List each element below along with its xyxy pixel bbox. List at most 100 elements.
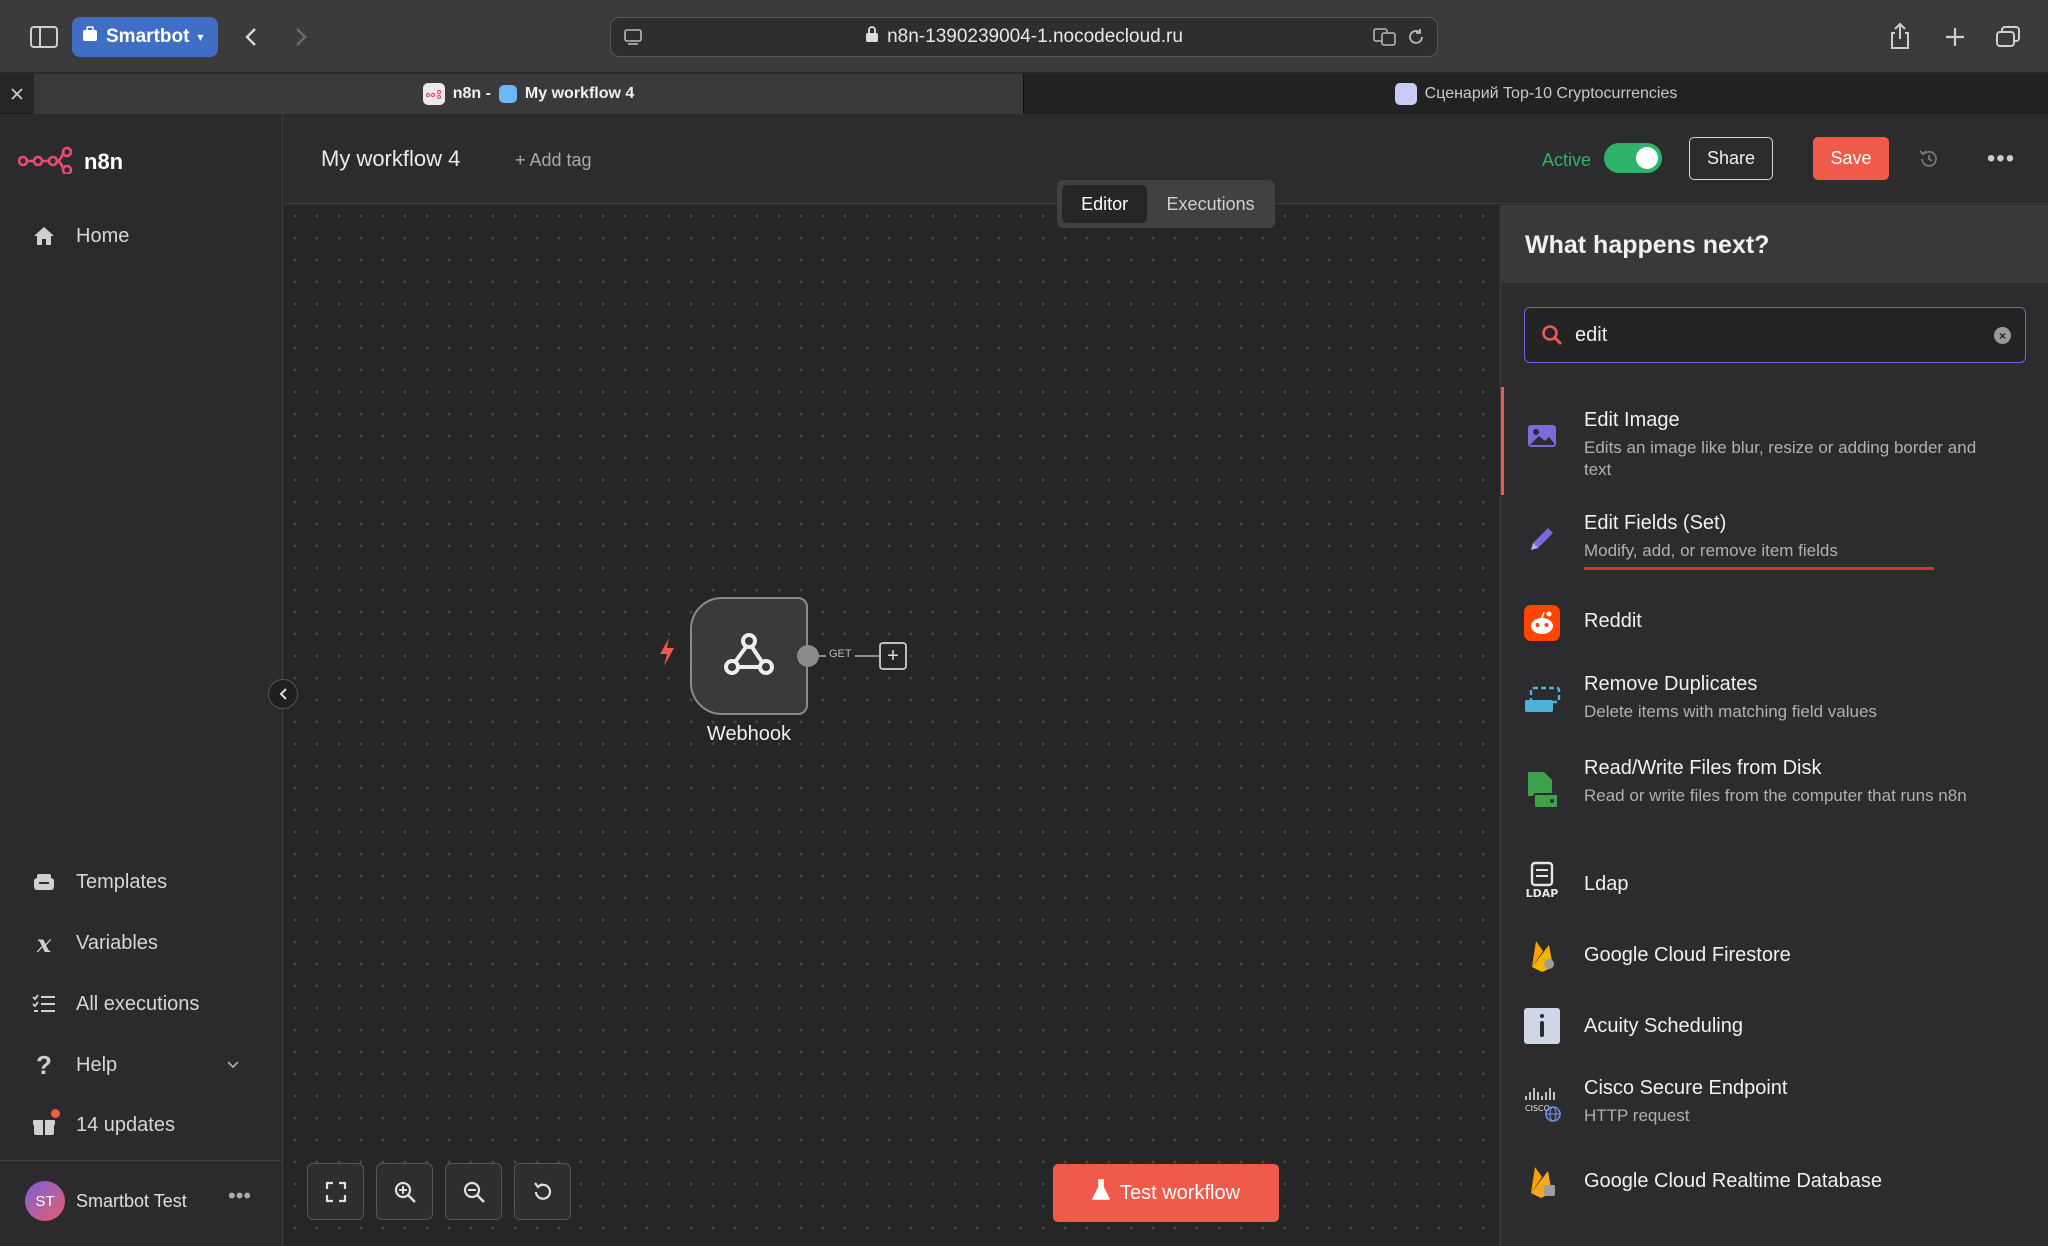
templates-icon [30,868,58,896]
sidebar-item-updates[interactable]: 14 updates [30,1109,175,1139]
share-button[interactable]: Share [1689,137,1773,180]
tab-my-workflow[interactable]: n8n - My workflow 4 [34,74,1023,114]
result-name: Acuity Scheduling [1584,1015,1743,1037]
share-icon[interactable] [1885,20,1915,52]
search-input[interactable] [1575,323,1975,347]
firebase-icon [1523,1162,1561,1200]
pencil-icon [1523,520,1561,558]
result-name: Reddit [1584,610,1642,632]
ldap-icon: LDAP [1523,861,1561,899]
node-search-box: × [1524,307,2026,363]
tab-executions[interactable]: Executions [1151,185,1270,223]
forward-arrow-icon[interactable] [290,22,312,52]
sidebar-item-label: Help [76,1053,118,1076]
avatar[interactable]: ST [25,1181,65,1221]
more-options-icon[interactable]: ••• [1984,142,2018,176]
firestore-icon [1523,936,1561,974]
notification-dot [51,1109,60,1118]
user-menu-icon[interactable]: ••• [228,1183,251,1209]
node-result-item[interactable]: Google Cloud Firestore [1501,924,2048,990]
home-icon [30,222,58,250]
variables-icon: x [36,928,52,958]
add-node-button[interactable]: + [879,642,907,670]
toggle-knob [1636,147,1658,169]
tab-title: Сценарий Top-10 Cryptocurrencies [1424,85,1678,102]
annotation-underline [1584,567,1934,570]
node-result-item[interactable]: CISCO Cisco Secure Endpoint HTTP request [1501,1065,2048,1145]
tab-overview-icon[interactable] [1992,22,2024,52]
result-name: Google Cloud Firestore [1584,944,1791,966]
workflow-favicon-icon [498,85,517,103]
sidebar-item-label: All executions [76,992,200,1015]
reddit-icon [1523,604,1561,642]
add-tag-link[interactable]: + Add tag [515,150,592,171]
active-toggle[interactable] [1604,143,1662,173]
sidebar-item-label: Templates [76,870,168,893]
workflow-title[interactable]: My workflow 4 [321,146,460,172]
webhook-icon [722,629,776,684]
reset-zoom-icon[interactable] [514,1163,571,1220]
node-result-item[interactable]: LDAP Ldap [1501,853,2048,919]
result-name: Edit Fields (Set) [1584,512,1727,534]
collapse-sidebar-button[interactable] [268,679,298,709]
remove-duplicates-icon [1523,681,1561,719]
search-icon [1541,324,1563,346]
sidebar-toggle-icon[interactable] [28,22,60,52]
zoom-out-icon[interactable] [445,1163,502,1220]
gift-icon [30,1109,60,1139]
back-arrow-icon[interactable] [240,22,262,52]
sidebar-item-all-executions[interactable]: All executions [30,990,199,1018]
url-text: n8n-1390239004-1.nocodecloud.ru [887,26,1183,47]
sidebar-item-templates[interactable]: Templates [30,868,167,896]
address-bar[interactable]: n8n-1390239004-1.nocodecloud.ru [610,17,1438,57]
sidebar-item-label: Home [76,224,130,247]
node-result-item[interactable]: Read/Write Files from Disk Read or write… [1501,745,2048,849]
lock-icon [865,25,879,49]
zoom-in-icon[interactable] [376,1163,433,1220]
node-result-item[interactable]: Edit Image Edits an image like blur, res… [1501,387,2048,495]
panel-header: What happens next? [1501,205,2048,283]
translate-icon[interactable] [1373,27,1397,53]
clear-search-icon[interactable]: × [1994,327,2011,344]
history-icon[interactable] [1914,144,1944,174]
canvas-controls [307,1163,571,1220]
tab-cryptocurrencies[interactable]: Сценарий Top-10 Cryptocurrencies [1023,74,2048,114]
sidebar-item-help[interactable]: ? Help [30,1049,240,1080]
workflow-canvas[interactable]: GET + Webhook Test workflow [284,205,1762,1246]
reader-icon[interactable] [623,27,643,53]
node-output-handle[interactable] [797,645,819,667]
new-tab-icon[interactable] [1940,22,1970,52]
tab-editor[interactable]: Editor [1062,185,1148,223]
close-tab-icon[interactable] [8,84,26,104]
result-desc: Modify, add, or remove item fields [1584,541,1838,560]
sidebar-item-home[interactable]: Home [30,222,129,250]
tab-strip: n8n - My workflow 4 Сценарий Top-10 Cryp… [0,74,2048,114]
output-label: GET [826,648,855,660]
webhook-node[interactable] [690,597,808,715]
selected-indicator [1501,387,1504,495]
node-result-item[interactable]: Reddit [1501,590,2048,656]
user-footer: ST Smartbot Test ••• [0,1160,283,1246]
n8n-logo[interactable]: n8n [17,144,123,180]
sidebar-item-variables[interactable]: x Variables [30,928,158,958]
flask-icon [1091,1179,1111,1207]
profile-icon [82,26,98,48]
node-result-item[interactable]: Google Cloud Realtime Database [1501,1150,2048,1216]
profile-button[interactable]: Smartbot ▾ [72,17,218,57]
reload-icon[interactable] [1407,27,1425,53]
node-result-item[interactable]: Remove Duplicates Delete items with matc… [1501,661,2048,741]
result-name: Remove Duplicates [1584,673,1758,695]
browser-toolbar: Smartbot ▾ n8n-1390239004-1.nocodecloud.… [0,0,2048,73]
result-desc: HTTP request [1584,1106,1690,1125]
save-button[interactable]: Save [1813,137,1889,180]
trigger-bolt-icon [658,637,676,672]
active-label: Active [1542,150,1592,170]
sidebar-item-label: 14 updates [76,1113,175,1136]
result-desc: Read or write files from the computer th… [1584,786,1967,805]
fit-view-icon[interactable] [307,1163,364,1220]
help-icon: ? [36,1049,52,1080]
node-result-item[interactable]: Acuity Scheduling [1501,995,2048,1061]
svg-text:LDAP: LDAP [1526,887,1559,899]
chevron-down-icon: ▾ [197,30,204,44]
test-workflow-button[interactable]: Test workflow [1053,1164,1279,1222]
